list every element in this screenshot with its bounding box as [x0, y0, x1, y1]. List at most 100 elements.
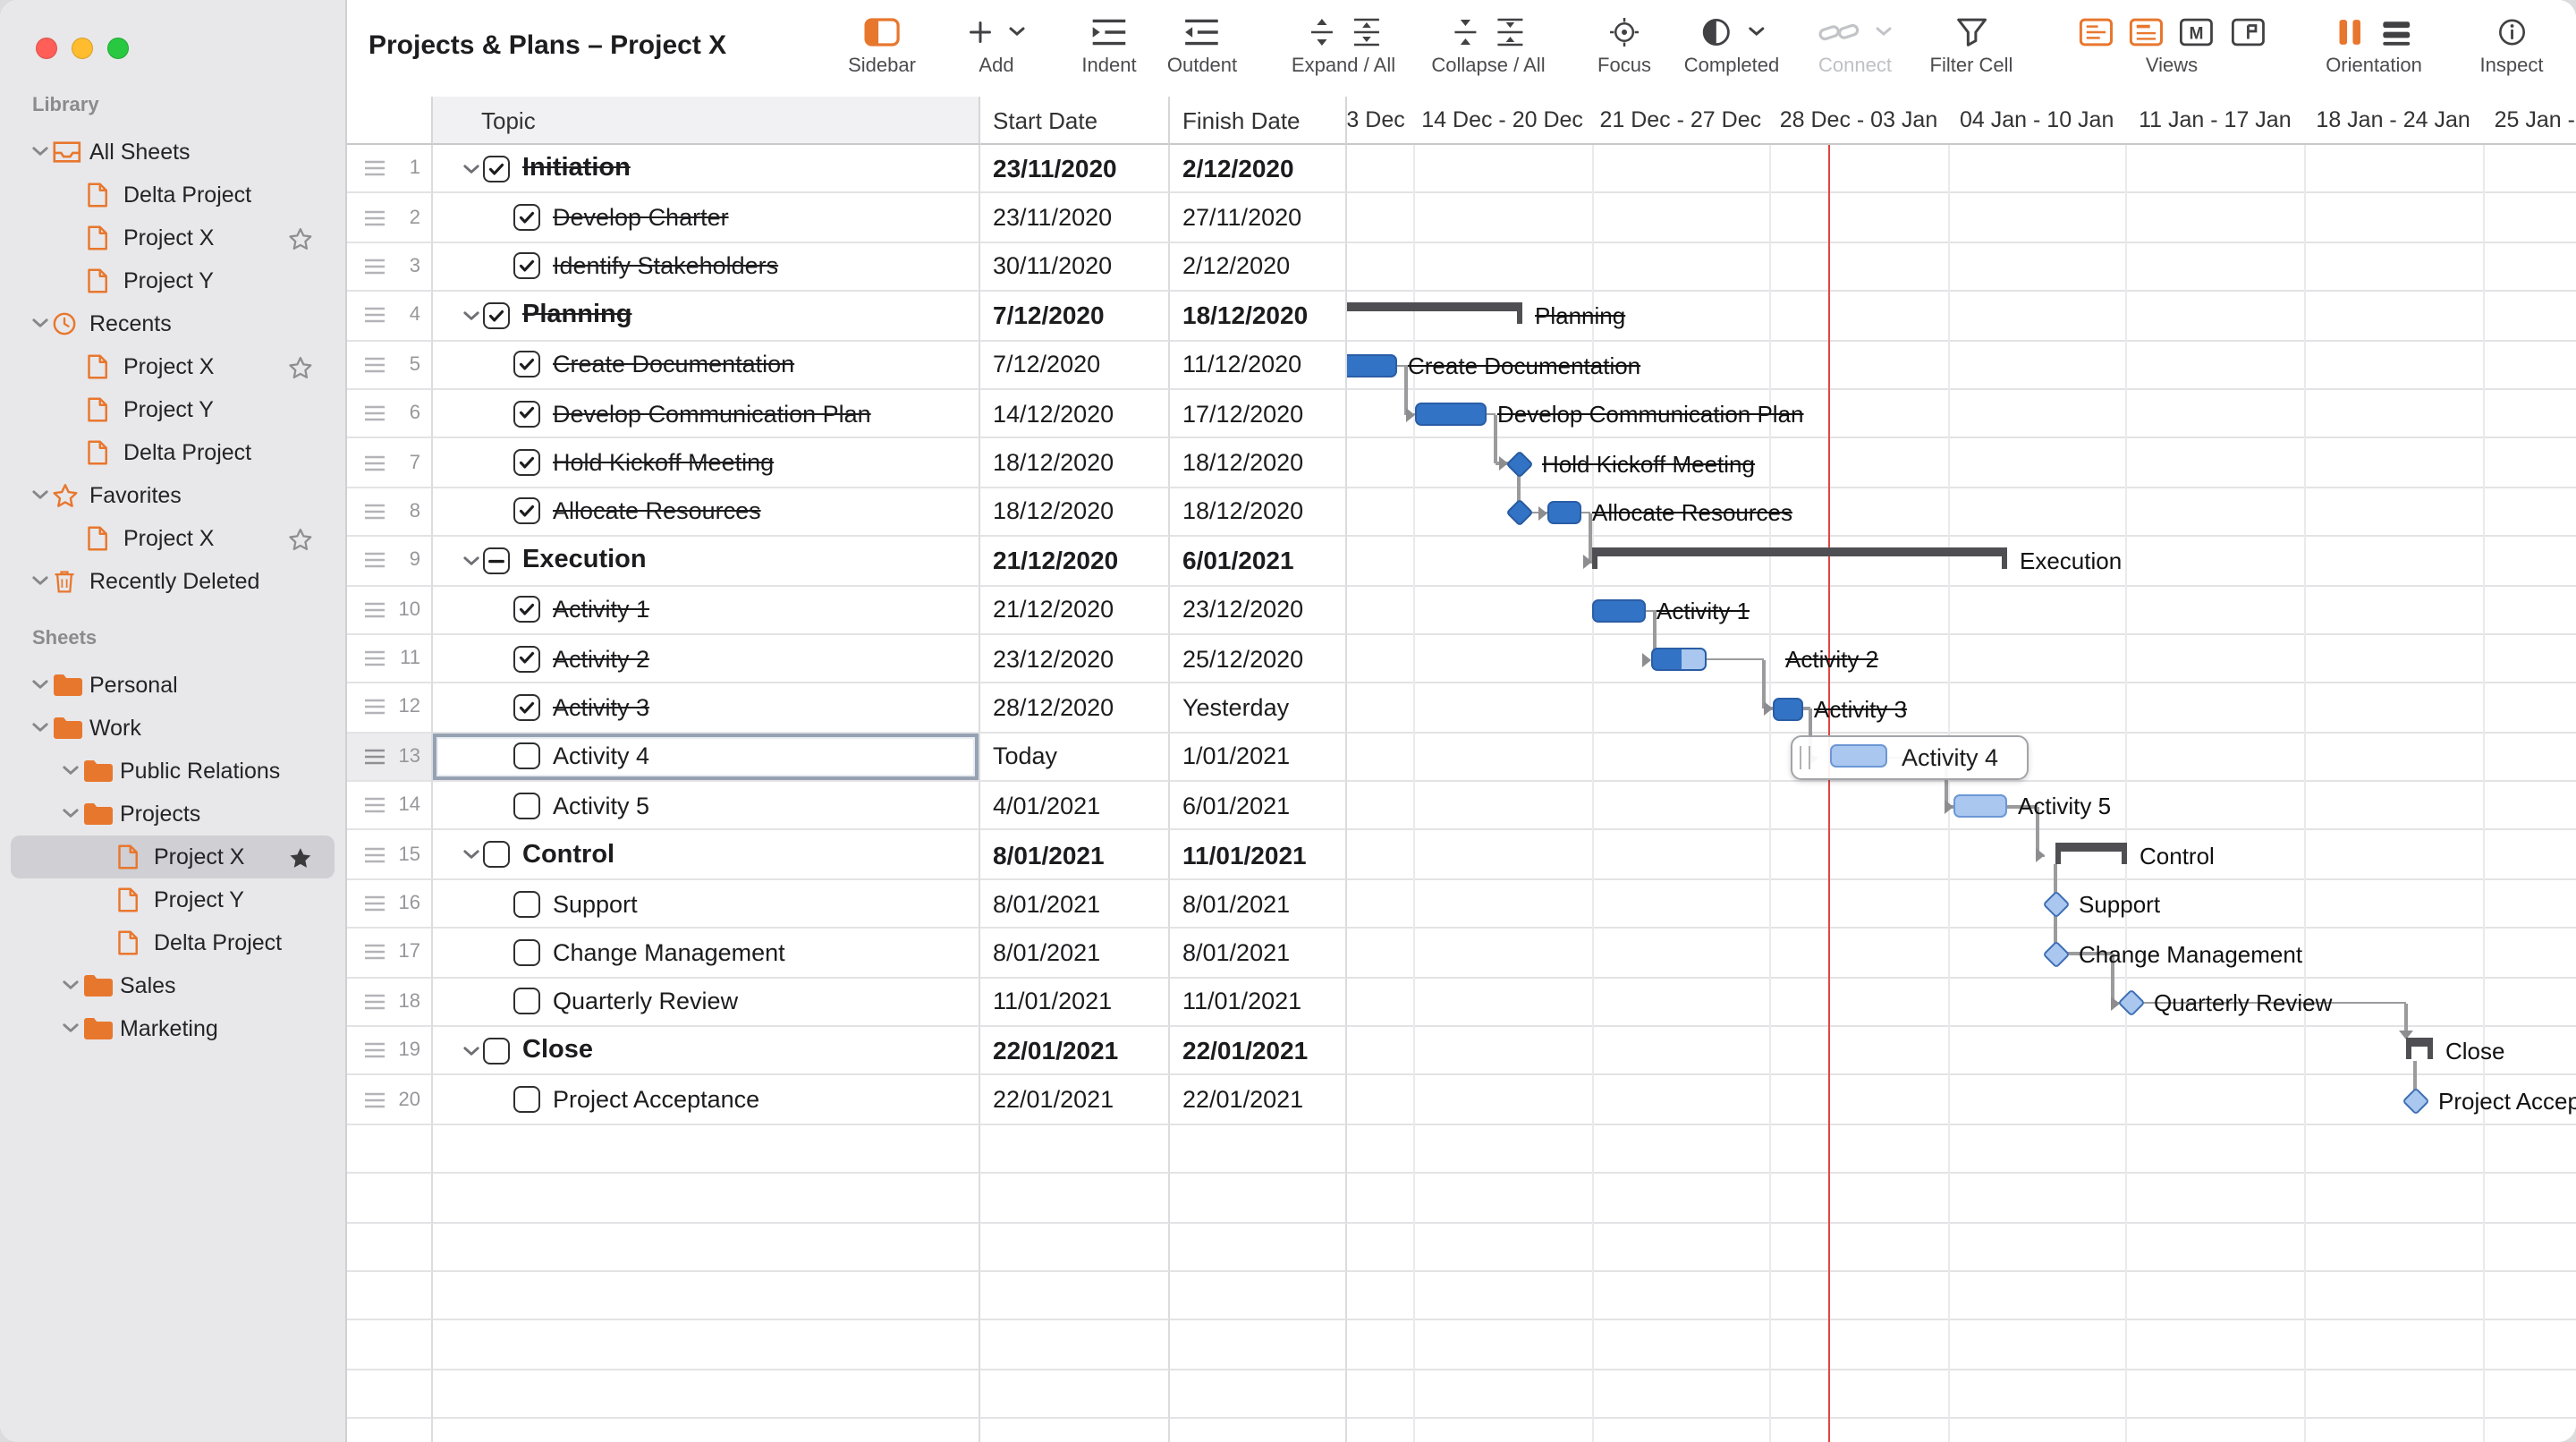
drag-handle-icon[interactable] [363, 944, 386, 962]
chevron-down-icon[interactable] [59, 1023, 82, 1034]
checkbox-partial[interactable] [483, 547, 510, 574]
start-date-cell[interactable]: 7/12/2020 [980, 292, 1170, 342]
topic-cell[interactable] [433, 1320, 980, 1370]
start-date-cell[interactable]: Today [980, 733, 1170, 783]
finish-date-column-header[interactable]: Finish Date [1170, 97, 1347, 145]
finish-date-cell[interactable]: 18/12/2020 [1170, 438, 1347, 488]
start-date-cell[interactable]: 28/12/2020 [980, 683, 1170, 734]
drag-handle-icon[interactable] [363, 895, 386, 912]
minimize-window-button[interactable] [72, 38, 93, 59]
chevron-down-icon[interactable] [29, 723, 52, 734]
close-window-button[interactable] [36, 38, 57, 59]
sidebar-item-delta-project[interactable]: Delta Project [11, 174, 335, 216]
start-date-cell[interactable]: 23/12/2020 [980, 634, 1170, 684]
chevron-down-icon[interactable] [59, 980, 82, 991]
topic-cell[interactable]: Develop Charter [433, 193, 980, 243]
finish-date-cell[interactable]: 18/12/2020 [1170, 488, 1347, 538]
task-bar[interactable] [1953, 794, 2007, 819]
row-handle-cell[interactable]: 19 [347, 1027, 433, 1076]
zoom-window-button[interactable] [107, 38, 129, 59]
checkbox-checked[interactable] [513, 400, 540, 428]
task-bar[interactable] [1415, 403, 1487, 427]
topic-cell[interactable]: Activity 3 [433, 683, 980, 734]
milestone-diamond[interactable] [2041, 939, 2070, 968]
sidebar-item-all-sheets[interactable]: All Sheets [11, 131, 335, 174]
finish-date-cell[interactable] [1170, 1223, 1347, 1272]
row-handle-cell[interactable] [347, 1320, 433, 1370]
sidebar-item-public-relations[interactable]: Public Relations [11, 750, 335, 793]
drag-grip-icon[interactable] [1800, 746, 1810, 769]
toolbar-orientation[interactable]: Orientation [2326, 14, 2422, 77]
sidebar-item-work[interactable]: Work [11, 707, 335, 750]
task-bar[interactable] [1592, 598, 1646, 623]
sidebar-item-project-x[interactable]: Project X [11, 345, 335, 388]
start-date-cell[interactable]: 23/11/2020 [980, 145, 1170, 194]
disclosure-chevron-icon[interactable] [458, 164, 483, 174]
milestone-diamond[interactable] [2041, 890, 2070, 919]
topic-cell[interactable]: Activity 4 [433, 733, 980, 783]
start-date-cell[interactable]: 4/01/2021 [980, 782, 1170, 831]
row-handle-cell[interactable]: 8 [347, 488, 433, 538]
drag-handle-icon[interactable] [363, 1041, 386, 1059]
row-handle-cell[interactable] [347, 1223, 433, 1272]
inspect-icon[interactable] [2497, 17, 2526, 46]
checkbox-checked[interactable] [513, 351, 540, 378]
completed-icon[interactable] [1699, 17, 1732, 46]
start-date-cell[interactable] [980, 1174, 1170, 1224]
start-date-cell[interactable]: 11/01/2021 [980, 978, 1170, 1028]
finish-date-cell[interactable]: 22/01/2021 [1170, 1075, 1347, 1125]
sidebar-item-marketing[interactable]: Marketing [11, 1007, 335, 1050]
finish-date-cell[interactable]: Yesterday [1170, 683, 1347, 734]
drag-handle-icon[interactable] [363, 159, 386, 177]
row-handle-cell[interactable]: 20 [347, 1075, 433, 1125]
chevron-down-icon[interactable] [29, 576, 52, 587]
start-date-cell[interactable]: 8/01/2021 [980, 929, 1170, 979]
start-date-cell[interactable] [980, 1419, 1170, 1442]
topic-cell[interactable]: Develop Communication Plan [433, 389, 980, 439]
milestone-diamond[interactable] [1504, 449, 1533, 478]
topic-cell[interactable]: Support [433, 879, 980, 929]
task-bar[interactable] [1651, 648, 1707, 672]
row-handle-cell[interactable]: 14 [347, 782, 433, 831]
drag-handle-icon[interactable] [363, 600, 386, 618]
drag-handle-icon[interactable] [363, 993, 386, 1011]
chevron-down-icon[interactable] [29, 318, 52, 329]
topic-cell[interactable] [433, 1174, 980, 1224]
checkbox-empty[interactable] [513, 938, 540, 966]
checkbox-checked[interactable] [513, 497, 540, 525]
row-handle-cell[interactable] [347, 1271, 433, 1321]
toolbar-sidebar[interactable]: Sidebar [848, 14, 916, 77]
start-date-cell[interactable]: 22/01/2021 [980, 1075, 1170, 1125]
topic-cell[interactable]: Activity 1 [433, 586, 980, 635]
topic-cell[interactable]: Execution [433, 537, 980, 587]
finish-date-cell[interactable]: 6/01/2021 [1170, 537, 1347, 587]
toolbar-collapse-all[interactable]: Collapse / All [1431, 14, 1546, 77]
favorite-star-icon[interactable] [288, 226, 313, 250]
finish-date-cell[interactable]: 11/12/2020 [1170, 341, 1347, 390]
start-date-cell[interactable]: 7/12/2020 [980, 341, 1170, 390]
disclosure-chevron-icon[interactable] [458, 1046, 483, 1056]
view-timeline-icon[interactable] [2230, 17, 2265, 46]
collapse-all-icon[interactable] [1496, 17, 1525, 46]
sidebar-item-project-x[interactable]: Project X [11, 836, 335, 878]
finish-date-cell[interactable] [1170, 1419, 1347, 1442]
row-handle-cell[interactable] [347, 1174, 433, 1224]
drag-handle-icon[interactable] [363, 208, 386, 226]
start-date-cell[interactable] [980, 1320, 1170, 1370]
summary-bar[interactable] [1592, 547, 2007, 570]
task-bar[interactable] [1773, 697, 1803, 721]
drag-handle-icon[interactable] [363, 503, 386, 521]
sidebar-item-delta-project[interactable]: Delta Project [11, 921, 335, 964]
favorite-star-icon[interactable] [288, 527, 313, 550]
start-date-cell[interactable] [980, 1223, 1170, 1272]
sidebar-item-project-y[interactable]: Project Y [11, 878, 335, 921]
toolbar-focus[interactable]: Focus [1597, 14, 1651, 77]
sidebar-item-recents[interactable]: Recents [11, 302, 335, 345]
checkbox-checked[interactable] [513, 204, 540, 232]
chevron-down-icon[interactable] [59, 766, 82, 776]
start-date-column-header[interactable]: Start Date [980, 97, 1170, 145]
topic-cell[interactable]: Hold Kickoff Meeting [433, 438, 980, 488]
orient-h-icon[interactable] [2382, 17, 2412, 46]
finish-date-cell[interactable]: 8/01/2021 [1170, 879, 1347, 929]
checkbox-checked[interactable] [483, 301, 510, 329]
